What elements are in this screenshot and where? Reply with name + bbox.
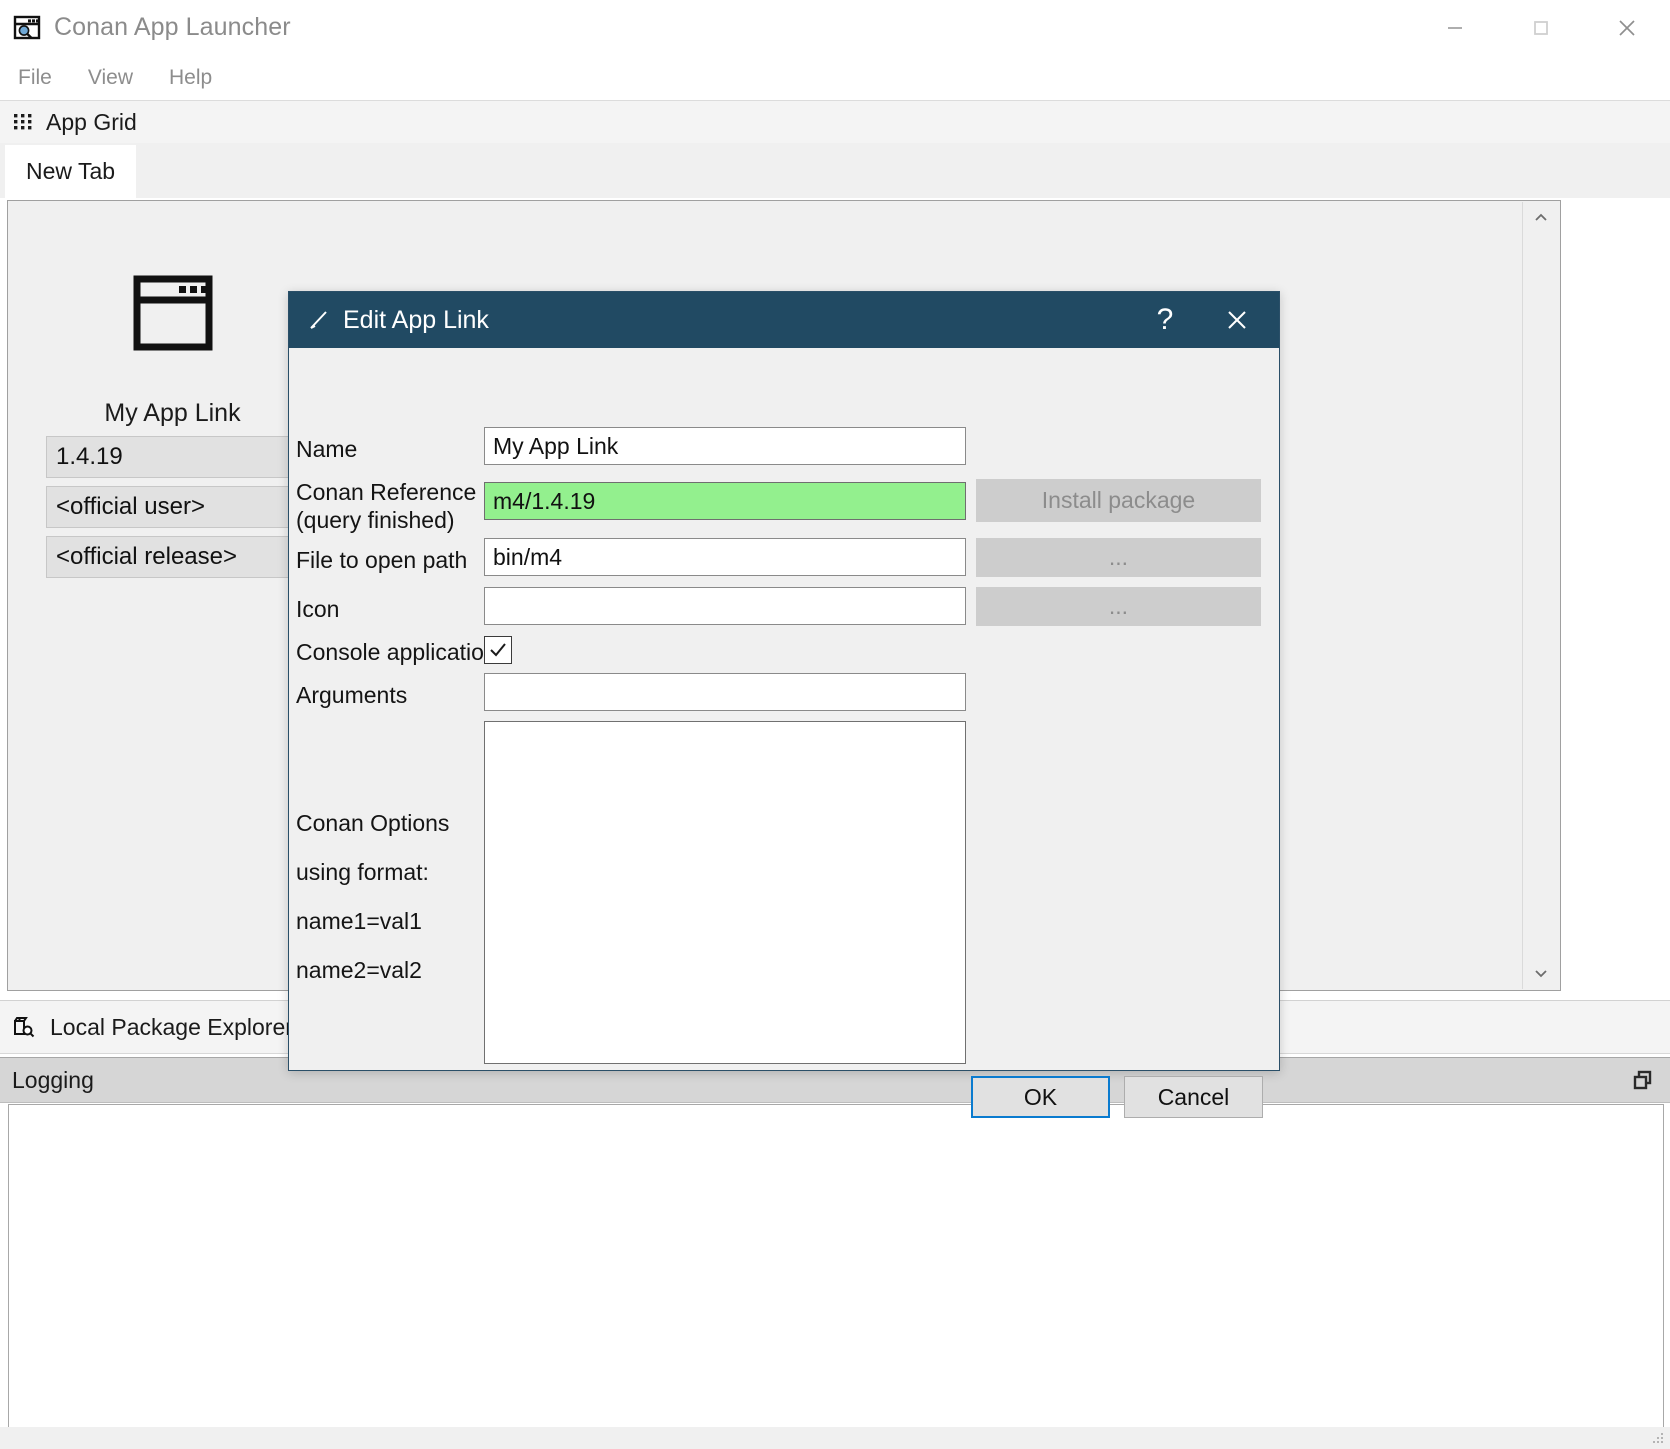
window-title: Conan App Launcher xyxy=(54,13,291,41)
dialog-title: Edit App Link xyxy=(343,305,489,334)
resize-grip[interactable] xyxy=(1650,1430,1666,1446)
close-icon[interactable] xyxy=(1584,0,1670,55)
conan-options-label-line2: using format: xyxy=(296,859,429,885)
window-controls xyxy=(1412,0,1670,55)
chevron-down-icon[interactable] xyxy=(1523,957,1559,989)
icon-field[interactable] xyxy=(484,587,966,625)
file-to-open-path-value: bin/m4 xyxy=(493,543,563,570)
conan-reference-label: Conan Reference (query finished) xyxy=(296,478,476,534)
name-field[interactable]: My App Link xyxy=(484,427,966,465)
conan-options-textarea[interactable] xyxy=(484,721,966,1064)
conan-options-label-line1: Conan Options xyxy=(296,810,450,836)
conan-options-label-line3: name1=val1 xyxy=(296,908,422,934)
conan-search-window-icon xyxy=(12,13,42,43)
app-tile-version-combo[interactable]: 1.4.19 xyxy=(46,436,299,478)
tab-strip: New Tab xyxy=(0,143,1670,198)
install-package-button[interactable]: Install package xyxy=(976,479,1261,522)
status-bar xyxy=(0,1427,1670,1449)
minimize-icon[interactable] xyxy=(1412,0,1498,55)
window-titlebar: Conan App Launcher xyxy=(0,0,1670,55)
dialog-titlebar: Edit App Link ? xyxy=(289,292,1279,348)
conan-options-label-line4: name2=val2 xyxy=(296,957,422,983)
menu-view[interactable]: View xyxy=(70,62,151,94)
conan-reference-label-line2: (query finished) xyxy=(296,507,455,533)
icon-browse-button[interactable]: ... xyxy=(976,587,1261,626)
application-window: Conan App Launcher File View Help App Gr… xyxy=(0,0,1670,1449)
file-to-open-path-field[interactable]: bin/m4 xyxy=(484,538,966,576)
app-tile-user-value: <official user> xyxy=(56,493,205,520)
name-label: Name xyxy=(296,436,358,462)
edit-app-link-dialog: Edit App Link ? Name My App Link Conan R… xyxy=(288,291,1280,1118)
chevron-up-icon[interactable] xyxy=(1523,202,1559,234)
app-tile-channel-value: <official release> xyxy=(56,543,238,570)
dialog-close-icon[interactable] xyxy=(1209,292,1265,348)
app-tile-version-value: 1.4.19 xyxy=(56,443,123,470)
content-vertical-scrollbar[interactable] xyxy=(1522,202,1559,989)
app-tile[interactable]: My App Link 1.4.19 <official user> <offi… xyxy=(46,263,299,578)
arguments-field[interactable] xyxy=(484,673,966,711)
grid-dots-icon xyxy=(12,111,34,133)
local-package-explorer-label: Local Package Explorer xyxy=(50,1013,293,1040)
app-grid-toolbar[interactable]: App Grid xyxy=(0,100,1670,144)
menu-file[interactable]: File xyxy=(0,62,70,94)
menu-help[interactable]: Help xyxy=(151,62,230,94)
tab-new-tab[interactable]: New Tab xyxy=(5,145,136,198)
console-application-label: Console application xyxy=(296,639,497,665)
cancel-button[interactable]: Cancel xyxy=(1124,1076,1263,1118)
file-to-open-path-browse-button[interactable]: ... xyxy=(976,538,1261,577)
float-window-icon[interactable] xyxy=(1630,1067,1656,1093)
icon-label: Icon xyxy=(296,596,340,622)
application-window-icon xyxy=(46,263,299,363)
app-tile-user-combo[interactable]: <official user> xyxy=(46,486,299,528)
file-to-open-path-label: File to open path xyxy=(296,547,468,573)
menubar: File View Help xyxy=(0,55,1670,100)
app-tile-name: My App Link xyxy=(104,399,241,427)
dialog-help-button[interactable]: ? xyxy=(1137,292,1193,348)
logging-title: Logging xyxy=(12,1066,94,1093)
conan-reference-field[interactable]: m4/1.4.19 xyxy=(484,482,966,520)
maximize-icon[interactable] xyxy=(1498,0,1584,55)
console-application-checkbox[interactable] xyxy=(484,636,512,664)
arguments-label: Arguments xyxy=(296,682,408,708)
pencil-edit-icon xyxy=(307,308,331,332)
ok-button[interactable]: OK xyxy=(971,1076,1110,1118)
logging-output[interactable] xyxy=(8,1104,1664,1428)
app-tile-channel-combo[interactable]: <official release> xyxy=(46,536,299,578)
app-grid-label: App Grid xyxy=(46,108,137,135)
conan-reference-label-line1: Conan Reference xyxy=(296,479,477,505)
conan-reference-field-value: m4/1.4.19 xyxy=(493,487,596,514)
name-field-value: My App Link xyxy=(493,432,619,459)
package-search-icon xyxy=(12,1015,36,1039)
dialog-body: Name My App Link Conan Reference (query … xyxy=(289,348,1279,1118)
